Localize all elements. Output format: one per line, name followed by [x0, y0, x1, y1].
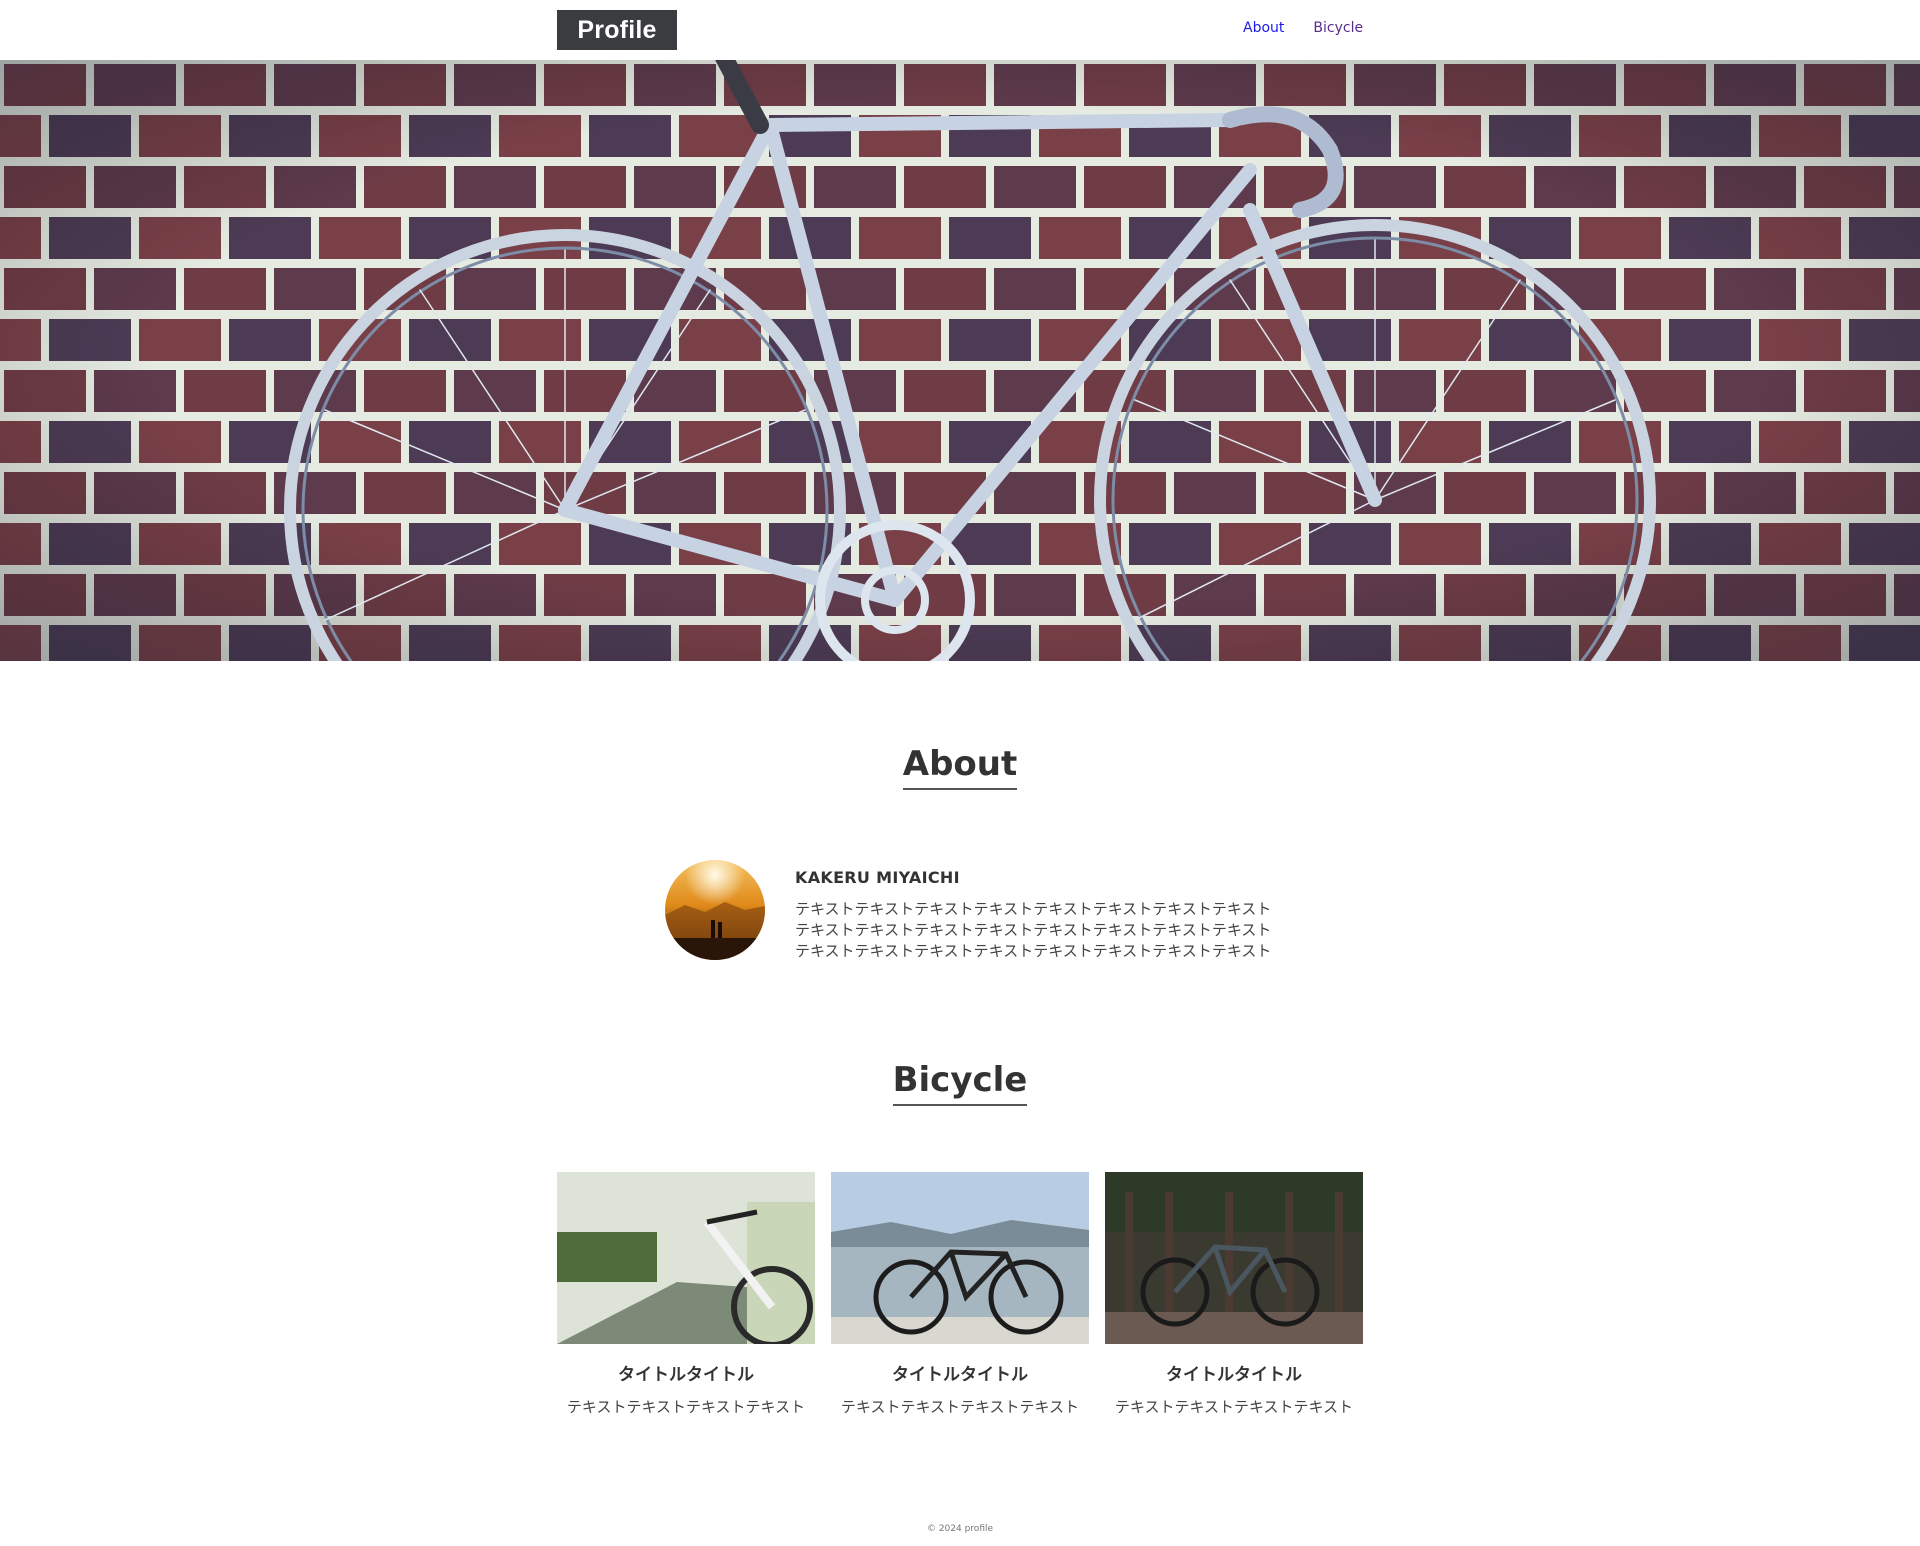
- bicycle-card-title: タイトルタイトル: [618, 1365, 754, 1385]
- about-heading: About: [902, 744, 1018, 791]
- bicycle-card-text: テキストテキストテキストテキスト: [840, 1398, 1080, 1416]
- main-nav: About Bicycle: [1243, 20, 1363, 36]
- site-header: Profile About Bicycle: [0, 0, 1920, 60]
- avatar: [665, 860, 765, 960]
- bicycle-heading: Bicycle: [892, 1060, 1028, 1107]
- bicycle-card-image: [1105, 1172, 1363, 1344]
- bicycle-card-image: [557, 1172, 815, 1344]
- copyright-text: © 2024 profile: [926, 1524, 994, 1534]
- avatar-sunset-image: [665, 860, 765, 960]
- bicycle-card-image: [831, 1172, 1089, 1344]
- profile-name: KAKERU MIYAICHI: [795, 868, 960, 887]
- nav-link-about[interactable]: About: [1243, 20, 1284, 36]
- hero-bicycle-illustration: [0, 60, 1920, 661]
- bicycle-card-text: テキストテキストテキストテキスト: [566, 1398, 806, 1416]
- bicycle-card: タイトルタイトル テキストテキストテキストテキスト: [831, 1172, 1089, 1417]
- bicycle-card-title: タイトルタイトル: [892, 1365, 1028, 1385]
- profile-description: テキストテキストテキストテキストテキストテキストテキストテキストテキストテキスト…: [795, 900, 1272, 960]
- site-footer: © 2024 profile: [0, 1524, 1920, 1534]
- hero-image: [0, 60, 1920, 661]
- bicycle-card: タイトルタイトル テキストテキストテキストテキスト: [557, 1172, 815, 1417]
- bicycle-card-title: タイトルタイトル: [1166, 1365, 1302, 1385]
- nav-link-bicycle[interactable]: Bicycle: [1313, 20, 1363, 36]
- about-section-heading-wrap: About: [0, 744, 1920, 791]
- bicycle-card-text: テキストテキストテキストテキスト: [1114, 1398, 1354, 1416]
- bicycle-section-heading-wrap: Bicycle: [0, 1060, 1920, 1107]
- site-logo[interactable]: Profile: [557, 10, 677, 50]
- bicycle-card: タイトルタイトル テキストテキストテキストテキスト: [1105, 1172, 1363, 1417]
